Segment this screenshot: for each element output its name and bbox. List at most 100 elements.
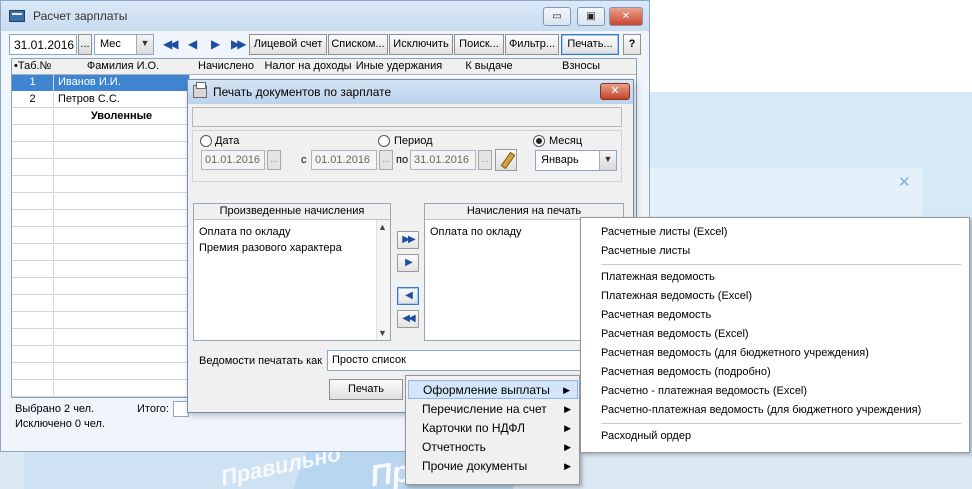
- menu-item-reports[interactable]: Отчетность ▶: [408, 438, 578, 457]
- close-button[interactable]: ✕: [609, 7, 643, 26]
- from-label: с: [301, 154, 307, 166]
- menu-item-ndfl-cards[interactable]: Карточки по НДФЛ ▶: [408, 419, 578, 438]
- submenu-item[interactable]: Расчетные листы (Excel): [601, 226, 727, 238]
- exclude-button[interactable]: Исключить: [389, 34, 453, 55]
- radio-period-label[interactable]: Период: [394, 135, 433, 147]
- scroll-down-icon[interactable]: ▼: [378, 328, 387, 338]
- table-row[interactable]: [12, 279, 190, 295]
- menu-item-label: Перечисление на счет: [422, 402, 547, 416]
- radio-month-label[interactable]: Месяц: [549, 135, 582, 147]
- menu-item-transfer-to-account[interactable]: Перечисление на счет ▶: [408, 400, 578, 419]
- submenu-item[interactable]: Расчетная ведомость: [601, 309, 711, 321]
- table-row[interactable]: [12, 381, 190, 397]
- last-period-icon[interactable]: ▶▶: [231, 37, 247, 51]
- column-other-deductions[interactable]: Иные удержания: [354, 60, 444, 72]
- list-button[interactable]: Списком...: [328, 34, 388, 55]
- pencil-icon[interactable]: [495, 149, 517, 171]
- table-row[interactable]: [12, 143, 190, 159]
- table-row[interactable]: [12, 126, 190, 142]
- prev-period-icon[interactable]: ◀: [188, 37, 197, 51]
- column-to-pay[interactable]: К выдаче: [444, 60, 534, 72]
- submenu-item[interactable]: Расчетные листы: [601, 245, 690, 257]
- period-to-field[interactable]: 31.01.2016: [410, 150, 476, 170]
- submenu-item[interactable]: Расчетно - платежная ведомость (Excel): [601, 385, 807, 397]
- filter-button[interactable]: Фильтр...: [505, 34, 559, 55]
- submenu-item[interactable]: Платежная ведомость (Excel): [601, 290, 752, 302]
- submenu-item[interactable]: Платежная ведомость: [601, 271, 715, 283]
- dialog-titlebar[interactable]: Печать документов по зарплате ✕: [188, 80, 633, 104]
- background-close-icon[interactable]: ✕: [898, 173, 911, 191]
- table-row[interactable]: [12, 211, 190, 227]
- menu-item-other-documents[interactable]: Прочие документы ▶: [408, 457, 578, 476]
- date-field-button[interactable]: ...: [267, 150, 281, 170]
- table-row[interactable]: [12, 194, 190, 210]
- window-titlebar[interactable]: Расчет зарплаты ▭ ▣ ✕: [1, 1, 649, 31]
- table-row[interactable]: [12, 228, 190, 244]
- column-accrued[interactable]: Начислено: [188, 60, 264, 72]
- column-tab-number[interactable]: •Таб.№: [14, 60, 54, 72]
- radio-period[interactable]: [378, 135, 390, 147]
- list-item[interactable]: Оплата по окладу: [199, 226, 291, 238]
- menu-separator: [601, 423, 961, 424]
- submenu-item[interactable]: Расчетно-платежная ведомость (для бюджет…: [601, 404, 921, 416]
- personal-account-button[interactable]: Лицевой счет: [249, 34, 327, 55]
- table-row[interactable]: [12, 364, 190, 380]
- submenu-item[interactable]: Расчетная ведомость (подробно): [601, 366, 771, 378]
- submenu-item[interactable]: Расчетная ведомость (для бюджетного учре…: [601, 347, 869, 359]
- move-right-button[interactable]: ▶: [397, 254, 419, 272]
- table-row[interactable]: [12, 347, 190, 363]
- table-group-row[interactable]: Уволенные: [12, 109, 190, 125]
- column-name[interactable]: Фамилия И.О.: [58, 60, 188, 72]
- move-all-right-button[interactable]: ▶▶: [397, 231, 419, 249]
- minimize-button[interactable]: ▭: [543, 7, 571, 26]
- radio-date[interactable]: [200, 135, 212, 147]
- radio-date-label[interactable]: Дата: [215, 135, 239, 147]
- row-tab-number: [12, 109, 54, 125]
- list-item[interactable]: Оплата по окладу: [430, 226, 522, 238]
- table-row[interactable]: 2 Петров С.С.: [12, 92, 190, 108]
- maximize-button[interactable]: ▣: [577, 7, 605, 26]
- table-row[interactable]: [12, 177, 190, 193]
- table-row[interactable]: [12, 245, 190, 261]
- printer-icon: [193, 82, 207, 98]
- submenu-item[interactable]: Расходный ордер: [601, 430, 691, 442]
- table-row[interactable]: 1 Иванов И.И.: [12, 75, 190, 91]
- dialog-print-button[interactable]: Печать: [329, 379, 403, 400]
- list-item[interactable]: Премия разового характера: [199, 242, 342, 254]
- empty-cell: [12, 381, 54, 397]
- date-input[interactable]: 31.01.2016: [9, 34, 77, 55]
- move-left-button[interactable]: ◀: [397, 287, 419, 305]
- dialog-title: Печать документов по зарплате: [213, 85, 392, 99]
- period-select[interactable]: Мес ▼: [94, 34, 154, 55]
- period-from-field[interactable]: 01.01.2016: [311, 150, 377, 170]
- month-select[interactable]: Январь ▼: [535, 150, 617, 171]
- first-period-icon[interactable]: ◀◀: [163, 37, 179, 51]
- column-contributions[interactable]: Взносы: [536, 60, 626, 72]
- table-row[interactable]: [12, 160, 190, 176]
- empty-cell: [54, 364, 190, 380]
- submenu-item[interactable]: Расчетная ведомость (Excel): [601, 328, 749, 340]
- radio-month[interactable]: [533, 135, 545, 147]
- date-field[interactable]: 01.01.2016: [201, 150, 265, 170]
- table-row[interactable]: [12, 296, 190, 312]
- scroll-up-icon[interactable]: ▲: [378, 222, 387, 232]
- table-row[interactable]: [12, 330, 190, 346]
- menu-item-payment-design[interactable]: Оформление выплаты ▶: [408, 380, 578, 399]
- table-row[interactable]: [12, 313, 190, 329]
- column-income-tax[interactable]: Налог на доходы: [262, 60, 354, 72]
- empty-cell: [12, 347, 54, 363]
- accruals-list[interactable]: Произведенные начисления Оплата по оклад…: [193, 203, 391, 341]
- period-to-button[interactable]: ...: [478, 150, 492, 170]
- print-button[interactable]: Печать...: [561, 34, 619, 55]
- help-button[interactable]: ?: [623, 34, 641, 55]
- dialog-close-button[interactable]: ✕: [600, 83, 630, 100]
- next-period-icon[interactable]: ▶: [211, 37, 220, 51]
- table-row[interactable]: [12, 262, 190, 278]
- date-picker-button[interactable]: ...: [78, 34, 92, 55]
- period-from-button[interactable]: ...: [379, 150, 393, 170]
- empty-cell: [54, 194, 190, 210]
- chevron-down-icon: ▼: [136, 35, 153, 54]
- move-all-left-button[interactable]: ◀◀: [397, 310, 419, 328]
- scrollbar[interactable]: ▲ ▼: [376, 220, 390, 340]
- search-button[interactable]: Поиск...: [454, 34, 504, 55]
